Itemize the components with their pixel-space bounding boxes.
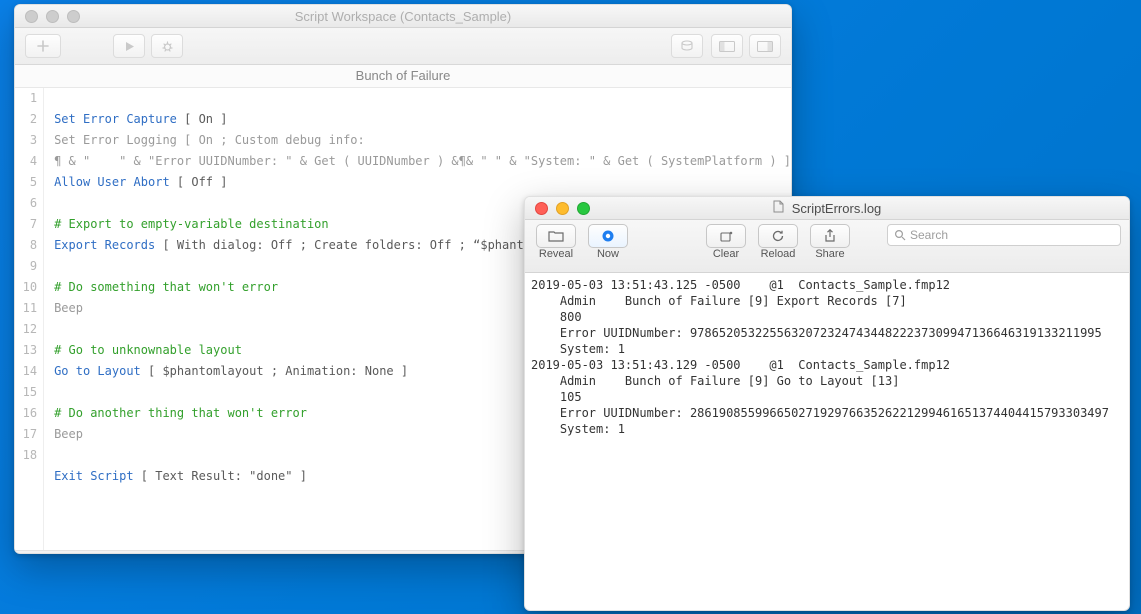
line-number: 8 <box>15 235 37 256</box>
line-number: 5 <box>15 172 37 193</box>
line-number: 6 <box>15 193 37 214</box>
line-gutter: 123456789101112131415161718 <box>15 88 44 550</box>
line-number: 2 <box>15 109 37 130</box>
new-script-button[interactable] <box>25 34 61 58</box>
line-number: 3 <box>15 130 37 151</box>
script-tab-title[interactable]: Bunch of Failure <box>15 65 791 88</box>
line-number: 10 <box>15 277 37 298</box>
marker-icon <box>601 229 615 243</box>
titlebar: Script Workspace (Contacts_Sample) <box>15 5 791 28</box>
code-line[interactable]: Allow User Abort [ Off ] <box>54 172 791 193</box>
reload-button[interactable]: Reload <box>755 224 801 260</box>
line-number: 15 <box>15 382 37 403</box>
run-button[interactable] <box>113 34 145 58</box>
toolbar <box>15 28 791 65</box>
search-input[interactable]: Search <box>887 224 1121 246</box>
line-number: 1 <box>15 88 37 109</box>
share-button[interactable]: Share <box>807 224 853 260</box>
line-number: 12 <box>15 319 37 340</box>
right-pane-button[interactable] <box>749 34 781 58</box>
titlebar: ScriptErrors.log <box>525 197 1129 220</box>
code-line[interactable] <box>54 88 791 109</box>
document-icon <box>773 200 784 216</box>
now-button[interactable]: Now <box>585 224 631 260</box>
clear-icon <box>719 230 733 243</box>
search-icon <box>894 229 906 241</box>
window-title: ScriptErrors.log <box>525 200 1129 216</box>
close-icon[interactable] <box>25 10 38 23</box>
code-line[interactable]: Set Error Capture [ On ] <box>54 109 791 130</box>
minimize-icon[interactable] <box>556 202 569 215</box>
clear-button[interactable]: Clear <box>703 224 749 260</box>
debug-button[interactable] <box>151 34 183 58</box>
line-number: 18 <box>15 445 37 466</box>
line-number: 13 <box>15 340 37 361</box>
code-line[interactable]: ¶ & " " & "Error UUIDNumber: " & Get ( U… <box>54 151 791 172</box>
scripts-pane-button[interactable] <box>671 34 703 58</box>
left-pane-button[interactable] <box>711 34 743 58</box>
close-icon[interactable] <box>535 202 548 215</box>
line-number: 9 <box>15 256 37 277</box>
share-icon <box>824 229 836 243</box>
console-window: ScriptErrors.log Reveal Now Clear <box>524 196 1130 611</box>
line-number: 14 <box>15 361 37 382</box>
code-line[interactable]: Set Error Logging [ On ; Custom debug in… <box>54 130 791 151</box>
line-number: 17 <box>15 424 37 445</box>
reveal-button[interactable]: Reveal <box>533 224 579 260</box>
line-number: 7 <box>15 214 37 235</box>
log-output[interactable]: 2019-05-03 13:51:43.125 -0500 @1 Contact… <box>525 273 1129 441</box>
folder-icon <box>548 230 564 242</box>
minimize-icon[interactable] <box>46 10 59 23</box>
window-title-text: ScriptErrors.log <box>792 201 882 216</box>
console-toolbar: Reveal Now Clear Reload Share <box>525 220 1129 273</box>
window-title: Script Workspace (Contacts_Sample) <box>15 9 791 24</box>
line-number: 11 <box>15 298 37 319</box>
line-number: 16 <box>15 403 37 424</box>
line-number: 4 <box>15 151 37 172</box>
zoom-icon[interactable] <box>577 202 590 215</box>
reload-icon <box>771 229 785 243</box>
zoom-icon[interactable] <box>67 10 80 23</box>
search-placeholder: Search <box>910 228 948 242</box>
